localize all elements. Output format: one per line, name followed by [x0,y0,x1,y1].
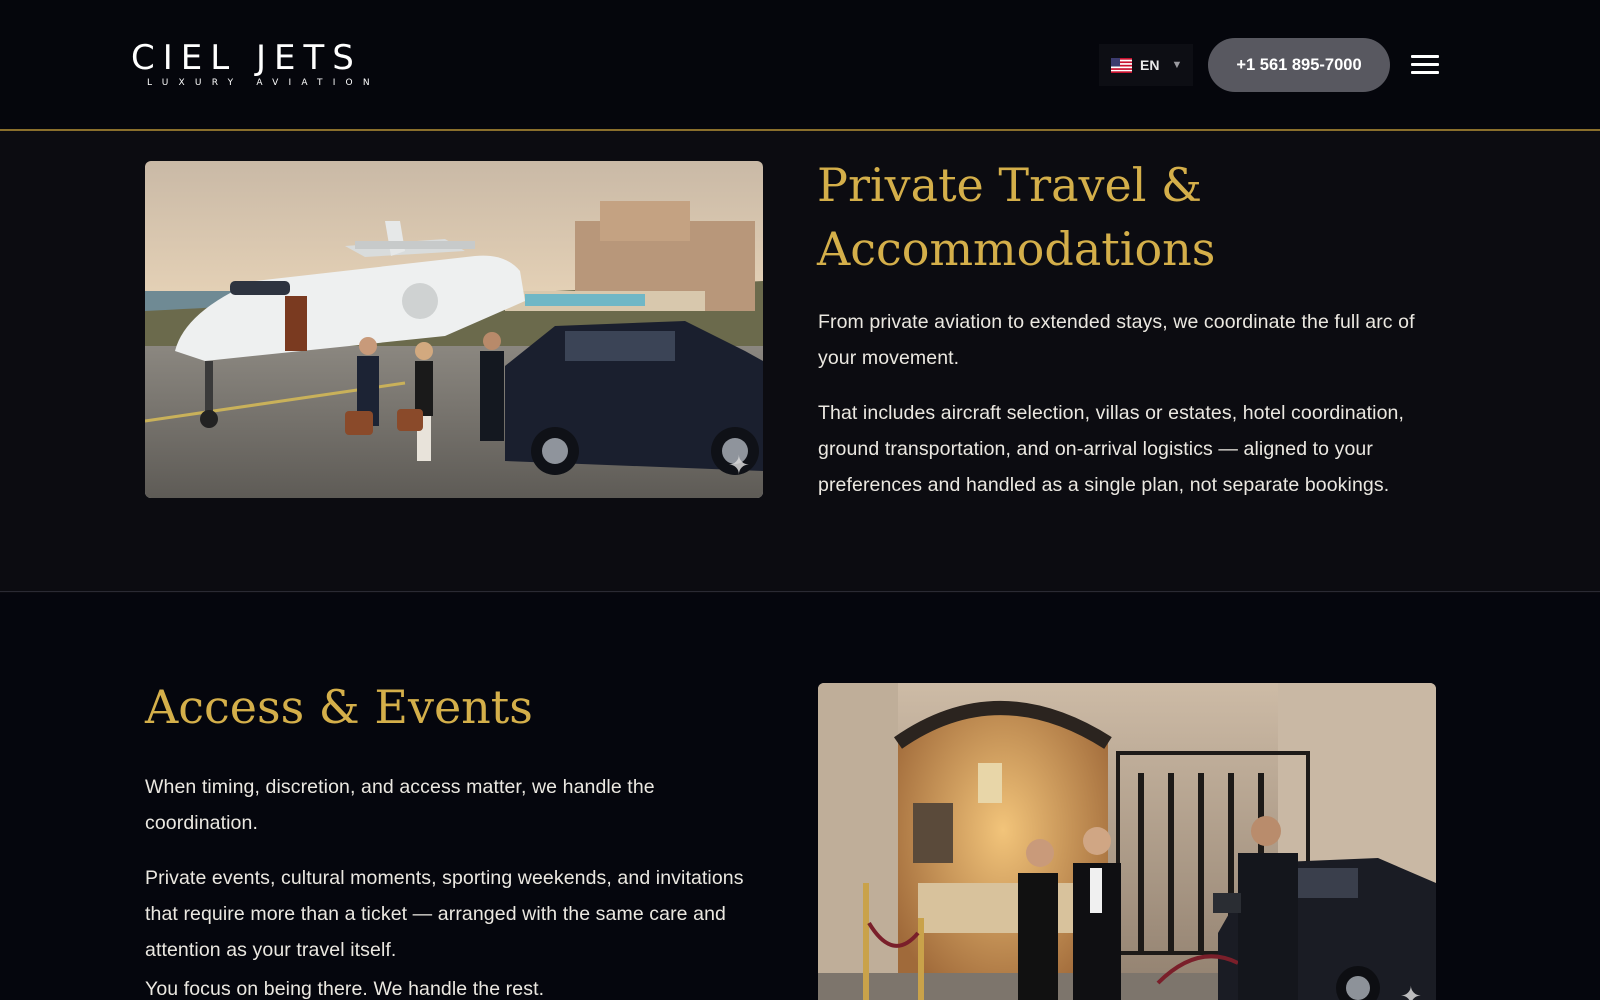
logo-tagline: LUXURY AVIATION [147,78,380,88]
chevron-down-icon: ▼ [1171,59,1183,71]
private-travel-heading: Private Travel & Accommodations [817,158,1216,276]
access-events-section: Access & Events When timing, discretion,… [0,593,1600,1000]
hamburger-menu-icon[interactable] [1411,52,1441,78]
language-label: EN [1140,57,1160,73]
private-travel-section: ✦ Private Travel & Accommodations From p… [0,131,1600,592]
sparkle-icon: ✦ [728,450,750,480]
site-header: CIEL JETS LUXURY AVIATION EN ▼ +1 561 89… [0,0,1600,131]
private-travel-intro: From private aviation to extended stays,… [818,311,1415,369]
logo[interactable]: CIEL JETS LUXURY AVIATION [131,40,405,88]
sparkle-icon: ✦ [1400,981,1422,1000]
access-events-intro: When timing, discretion, and access matt… [145,776,655,834]
logo-wordmark: CIEL JETS [131,38,362,78]
us-flag-icon [1111,57,1132,73]
private-travel-details: That includes aircraft selection, villas… [818,402,1404,496]
access-events-closing: You focus on being there. We handle the … [145,978,545,1000]
access-events-details: Private events, cultural moments, sporti… [145,867,744,961]
access-events-heading: Access & Events [145,680,533,734]
language-selector[interactable]: EN ▼ [1099,44,1193,86]
event-entrance-photo [818,683,1436,1000]
phone-call-button[interactable]: +1 561 895-7000 [1208,38,1390,92]
private-jet-photo [145,161,763,498]
